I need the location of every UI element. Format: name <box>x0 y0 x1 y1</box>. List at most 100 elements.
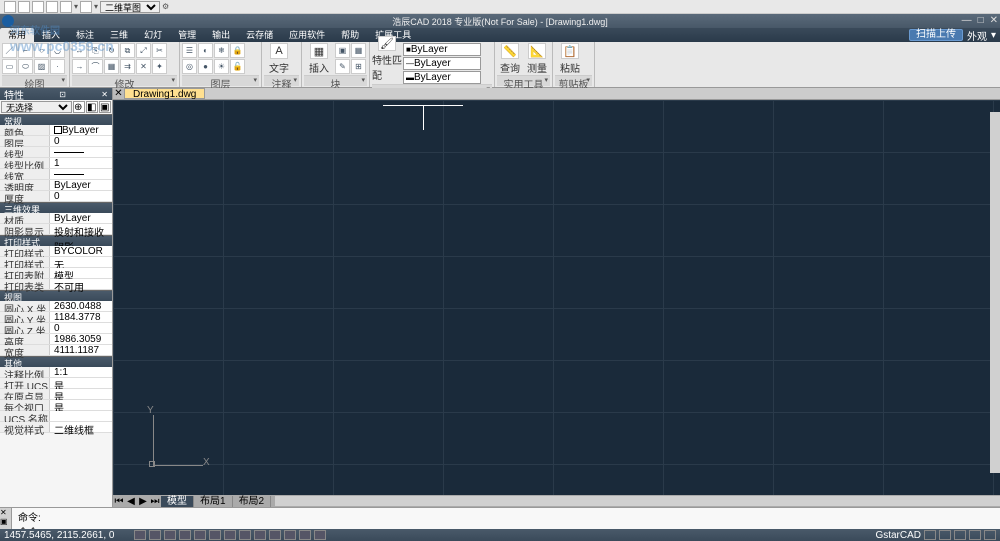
offset-tool-icon[interactable]: ⇉ <box>120 59 135 74</box>
layer-on-icon[interactable]: ● <box>198 59 213 74</box>
sb-r1-icon[interactable] <box>924 530 936 540</box>
tab-output[interactable]: 输出 <box>204 28 238 42</box>
scale-tool-icon[interactable]: ⤢ <box>136 43 151 58</box>
hatch-tool-icon[interactable]: ▨ <box>34 59 49 74</box>
layer-prop-icon[interactable]: ☰ <box>182 43 197 58</box>
trim-tool-icon[interactable]: ✂ <box>152 43 167 58</box>
ortho-toggle-icon[interactable] <box>164 530 176 540</box>
doctab-close-icon[interactable]: ✕ <box>113 88 124 99</box>
block-create-icon[interactable]: ▣ <box>335 43 350 58</box>
polar-toggle-icon[interactable] <box>179 530 191 540</box>
property-row[interactable]: 打开 UCS是 <box>0 378 112 389</box>
property-row[interactable]: 图层0 <box>0 136 112 147</box>
expand-icon[interactable]: ▾ <box>586 76 590 84</box>
props-close-icon[interactable]: ✕ <box>101 90 108 99</box>
inquiry-button[interactable]: 📏查询 <box>497 43 523 75</box>
layer-lock-icon[interactable]: 🔒 <box>230 43 245 58</box>
property-row[interactable]: 打印样式表无 <box>0 257 112 268</box>
horizontal-scrollbar[interactable] <box>275 496 1000 506</box>
copy-tool-icon[interactable]: ⎘ <box>88 43 103 58</box>
drawing-canvas[interactable]: YX <box>113 100 1000 495</box>
appearance-drop-icon[interactable]: ▾ <box>991 30 996 41</box>
property-row[interactable]: 高度1986.3059 <box>0 334 112 345</box>
selection-combo[interactable]: 无选择 <box>1 101 72 113</box>
rotate-tool-icon[interactable]: ↻ <box>104 43 119 58</box>
expand-icon[interactable]: ▾ <box>293 76 297 84</box>
property-value[interactable]: ByLayer <box>50 180 112 190</box>
tab-cloud[interactable]: 云存储 <box>238 28 281 42</box>
tab-home[interactable]: 常用 <box>0 28 34 42</box>
property-value[interactable]: ByLayer <box>50 125 112 135</box>
sb-extra3-icon[interactable] <box>299 530 311 540</box>
property-value[interactable]: 是 <box>50 389 112 399</box>
maximize-icon[interactable]: □ <box>978 15 984 26</box>
property-row[interactable]: 打印表附模型 <box>0 268 112 279</box>
property-value[interactable]: ByLayer <box>50 169 112 179</box>
workspace-combo[interactable]: 二维草图 <box>100 1 160 13</box>
property-value[interactable]: 2630.0488 <box>50 301 112 311</box>
property-row[interactable]: 视觉样式二维线框 <box>0 422 112 433</box>
sb-r5-icon[interactable] <box>984 530 996 540</box>
explode-tool-icon[interactable]: ✦ <box>152 59 167 74</box>
property-value[interactable]: 1184.3778 <box>50 312 112 322</box>
layout-first-icon[interactable]: ⏮ <box>113 496 125 507</box>
property-row[interactable]: 透明度ByLayer <box>0 180 112 191</box>
layer-unlock-icon[interactable]: 🔓 <box>230 59 245 74</box>
property-value[interactable]: 1 <box>50 158 112 168</box>
section-header[interactable]: 其他 <box>0 356 112 367</box>
properties-title-bar[interactable]: 特性 ⊡ ✕ <box>0 88 112 100</box>
expand-icon[interactable]: ▾ <box>361 76 365 84</box>
property-value[interactable]: 1986.3059 <box>50 334 112 344</box>
property-value[interactable]: 模型 <box>50 268 112 278</box>
extend-tool-icon[interactable]: → <box>72 59 87 74</box>
command-line[interactable]: ✕▣ 命令: 命令: <box>0 507 1000 529</box>
osnap-toggle-icon[interactable] <box>194 530 206 540</box>
property-value[interactable]: 0 <box>50 191 112 201</box>
tab-slide[interactable]: 幻灯 <box>136 28 170 42</box>
move-tool-icon[interactable]: ↔ <box>72 43 87 58</box>
minimize-icon[interactable]: — <box>962 15 972 26</box>
block-qr-icon[interactable]: ▦ <box>351 43 366 58</box>
insert-block-button[interactable]: ▦插入 <box>304 43 334 75</box>
tab-insert[interactable]: 插入 <box>34 28 68 42</box>
property-value[interactable] <box>50 411 112 421</box>
props-pin-icon[interactable]: ⊡ <box>59 90 66 99</box>
property-row[interactable]: 打印表类型不可用 <box>0 279 112 290</box>
property-row[interactable]: 打印样式BYCOLOR <box>0 246 112 257</box>
fillet-tool-icon[interactable]: ⌒ <box>88 59 103 74</box>
tab-annotate[interactable]: 标注 <box>68 28 102 42</box>
ellipse-tool-icon[interactable]: ⬭ <box>18 59 33 74</box>
property-value[interactable]: 投射和接收阴影 <box>50 224 112 234</box>
property-row[interactable]: 每个视口是 <box>0 400 112 411</box>
mirror-tool-icon[interactable]: ⧉ <box>120 43 135 58</box>
property-row[interactable]: 厚度0 <box>0 191 112 202</box>
sb-r2-icon[interactable] <box>939 530 951 540</box>
workspace-gear-icon[interactable]: ⚙ <box>162 2 169 11</box>
property-row[interactable]: 线宽ByLayer <box>0 169 112 180</box>
property-row[interactable]: 注释比例1:1 <box>0 367 112 378</box>
qat-open-icon[interactable] <box>18 1 30 13</box>
pickadd-icon[interactable]: ◧ <box>86 101 98 113</box>
dyn-toggle-icon[interactable] <box>224 530 236 540</box>
sb-r4-icon[interactable] <box>969 530 981 540</box>
paste-button[interactable]: 📋粘贴 <box>555 43 585 75</box>
otrack-toggle-icon[interactable] <box>209 530 221 540</box>
property-value[interactable]: 是 <box>50 378 112 388</box>
tab-help[interactable]: 帮助 <box>333 28 367 42</box>
property-value[interactable]: 二维线框 <box>50 422 112 432</box>
property-value[interactable]: 0 <box>50 136 112 146</box>
linetype-combo[interactable]: — ByLayer <box>403 57 481 70</box>
property-row[interactable]: UCS 名称 <box>0 411 112 422</box>
expand-icon[interactable]: ▾ <box>253 76 257 84</box>
qat-redo-drop-icon[interactable]: ▾ <box>94 2 98 11</box>
expand-icon[interactable]: ▾ <box>544 76 548 84</box>
sb-extra1-icon[interactable] <box>269 530 281 540</box>
app-logo-icon[interactable] <box>2 15 14 27</box>
snap-toggle-icon[interactable] <box>134 530 146 540</box>
layout-next-icon[interactable]: ▶ <box>137 496 149 507</box>
property-value[interactable]: 无 <box>50 257 112 267</box>
erase-tool-icon[interactable]: ✕ <box>136 59 151 74</box>
property-row[interactable]: 圆心 X 坐标2630.0488 <box>0 301 112 312</box>
property-row[interactable]: 材质ByLayer <box>0 213 112 224</box>
layer-freeze-icon[interactable]: ❄ <box>214 43 229 58</box>
